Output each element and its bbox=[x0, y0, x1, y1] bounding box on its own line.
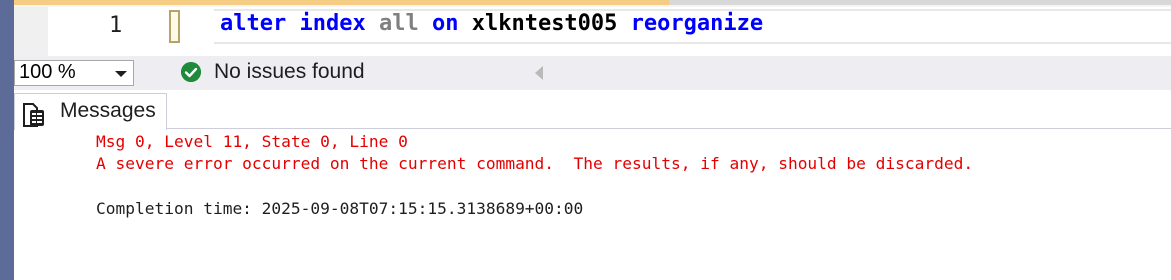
tab-divider bbox=[166, 128, 1171, 129]
tab-messages[interactable]: Messages bbox=[14, 93, 167, 130]
code-token: on bbox=[431, 11, 459, 36]
issues-status-text[interactable]: No issues found bbox=[214, 60, 365, 84]
editor-statusbar: 100 % No issues found bbox=[14, 56, 1171, 90]
messages-icon bbox=[23, 103, 44, 127]
top-gray-band bbox=[669, 0, 1171, 5]
zoom-dropdown[interactable]: 100 % bbox=[14, 60, 134, 86]
code-token: index bbox=[299, 11, 366, 36]
tab-messages-label: Messages bbox=[60, 99, 156, 122]
message-line: A severe error occurred on the current c… bbox=[96, 154, 974, 173]
code-token: xlkntest005 bbox=[471, 11, 618, 36]
message-line: Completion time: 2025-09-08T07:15:15.313… bbox=[96, 199, 584, 218]
message-line: Msg 0, Level 11, State 0, Line 0 bbox=[96, 132, 408, 151]
query-editor[interactable]: 1 alter index all on xlkntest005 reorgan… bbox=[14, 7, 1171, 56]
window-left-strip bbox=[0, 0, 14, 280]
scroll-left-arrow-icon[interactable] bbox=[535, 66, 543, 80]
messages-pane[interactable]: Msg 0, Level 11, State 0, Line 0 A severe… bbox=[14, 130, 1171, 280]
code-token: reorganize bbox=[630, 11, 764, 36]
change-marker bbox=[169, 10, 180, 43]
results-tabbar: Messages bbox=[14, 90, 1171, 130]
check-circle-icon bbox=[181, 62, 201, 82]
line-number: 1 bbox=[109, 13, 123, 38]
editor-tab-accent bbox=[14, 0, 669, 5]
zoom-value: 100 % bbox=[19, 61, 76, 83]
code-line[interactable]: alter index all on xlkntest005 reorganiz… bbox=[220, 11, 763, 36]
code-token: all bbox=[378, 11, 419, 36]
editor-gutter bbox=[14, 7, 48, 56]
code-token: alter bbox=[220, 11, 287, 36]
chevron-down-icon[interactable] bbox=[115, 71, 127, 77]
